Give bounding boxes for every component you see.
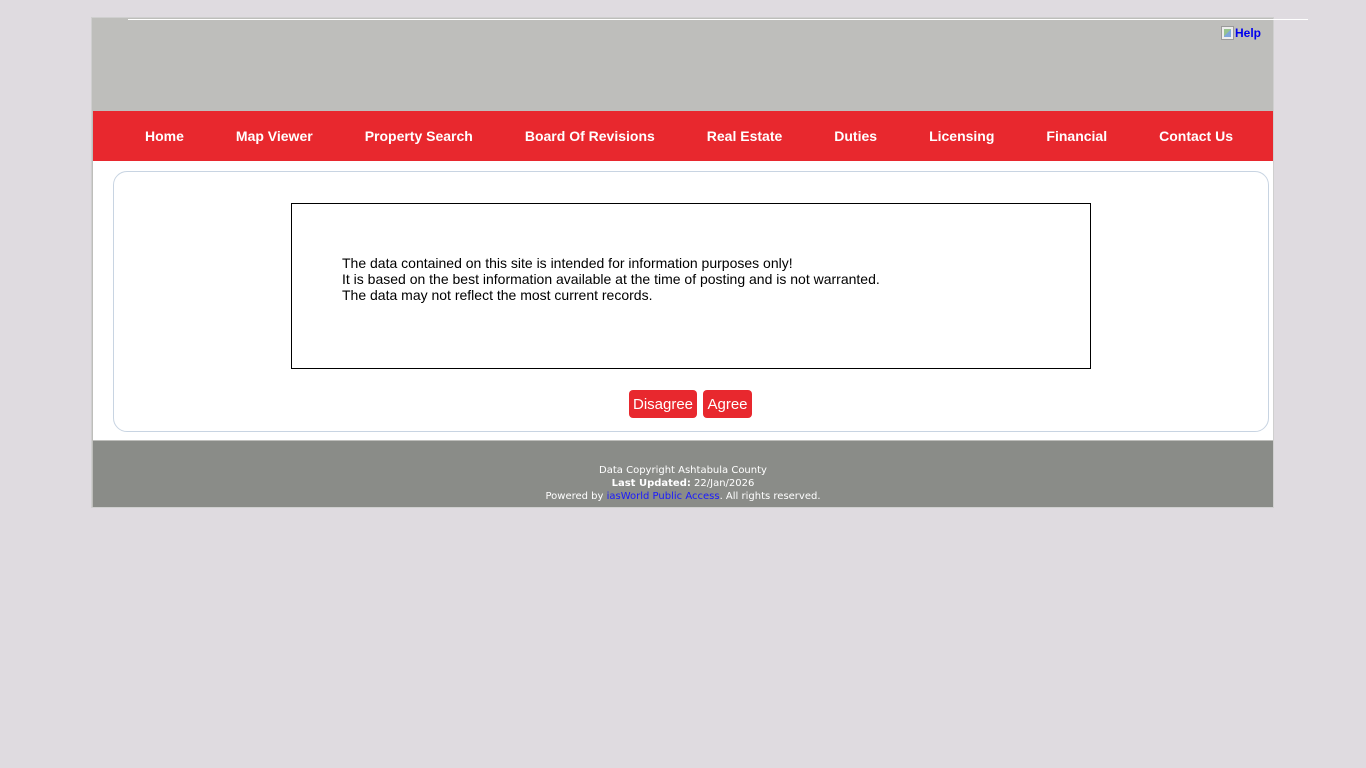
last-updated-label: Last Updated: [611,478,691,489]
header-divider [128,19,1308,20]
footer: Data Copyright Ashtabula County Last Upd… [93,441,1273,507]
footer-copyright: Data Copyright Ashtabula County [599,465,767,476]
nav-item-licensing[interactable]: Licensing [903,128,1020,144]
footer-powered-by: Powered by iasWorld Public Access. All r… [93,490,1273,503]
nav-item-real-estate[interactable]: Real Estate [681,128,808,144]
disclaimer-line-2: It is based on the best information avai… [342,271,880,287]
iasworld-link[interactable]: iasWorld Public Access [607,491,720,502]
nav-item-contact-us[interactable]: Contact Us [1133,128,1259,144]
disagree-button[interactable]: Disagree [629,390,697,418]
nav-item-financial[interactable]: Financial [1020,128,1133,144]
help-label: Help [1235,26,1262,40]
footer-last-updated: Last Updated: 22/Jan/2026 [93,477,1273,490]
agree-button[interactable]: Agree [703,390,752,418]
powered-suffix: . All rights reserved. [719,491,821,502]
nav-item-duties[interactable]: Duties [808,128,903,144]
disclaimer-box: The data contained on this site is inten… [291,203,1091,369]
nav-item-map-viewer[interactable]: Map Viewer [210,128,339,144]
nav-item-home[interactable]: Home [119,128,210,144]
last-updated-value: 22/Jan/2026 [690,478,755,489]
main-nav: Home Map Viewer Property Search Board Of… [93,111,1273,161]
disclaimer-line-1: The data contained on this site is inten… [342,255,793,271]
help-link[interactable]: Help [1221,26,1261,40]
nav-item-property-search[interactable]: Property Search [339,128,499,144]
broken-image-icon [1221,26,1234,40]
disclaimer-line-3: The data may not reflect the most curren… [342,287,653,303]
powered-prefix: Powered by [545,491,607,502]
disclaimer-text: The data contained on this site is inten… [342,255,880,303]
nav-item-board-of-revisions[interactable]: Board Of Revisions [499,128,681,144]
